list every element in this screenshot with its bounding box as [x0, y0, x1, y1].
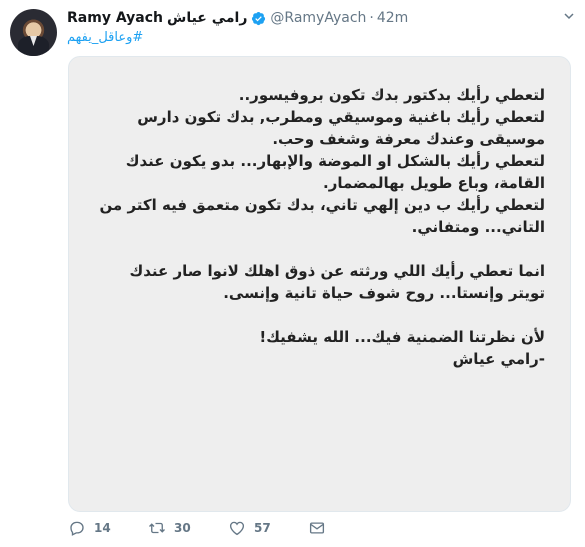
like-count: 57 [254, 521, 271, 535]
reply-button[interactable]: 14 [68, 519, 148, 537]
like-button[interactable]: 57 [228, 519, 308, 537]
hashtag-link[interactable]: #وعاقل_يفهم [67, 30, 143, 45]
tweet: Ramy Ayach رامي عياش @RamyAyach · 42m #و… [0, 0, 585, 547]
tweet-actions: 14 30 57 [68, 517, 368, 539]
author-handle[interactable]: @RamyAyach [270, 10, 366, 26]
reply-icon [70, 521, 84, 536]
reply-count: 14 [94, 521, 111, 535]
separator-dot: · [369, 10, 374, 26]
direct-message-icon [309, 522, 325, 534]
author-name[interactable]: Ramy Ayach [67, 10, 163, 26]
retweet-count: 30 [174, 521, 191, 535]
retweet-button[interactable]: 30 [148, 519, 228, 537]
like-icon [229, 521, 245, 536]
chevron-down-icon[interactable] [563, 10, 575, 22]
verified-icon [252, 11, 266, 25]
retweet-icon [149, 522, 165, 534]
avatar[interactable] [10, 9, 57, 56]
tweet-image-text: لتعطي رأيك بدكتور بدك تكون بروفيسور.. لت… [99, 86, 545, 368]
direct-message-button[interactable] [308, 519, 334, 537]
author-name-arabic[interactable]: رامي عياش [167, 10, 247, 26]
tweet-time[interactable]: 42m [377, 10, 408, 26]
tweet-header: Ramy Ayach رامي عياش @RamyAyach · 42m [67, 8, 567, 28]
